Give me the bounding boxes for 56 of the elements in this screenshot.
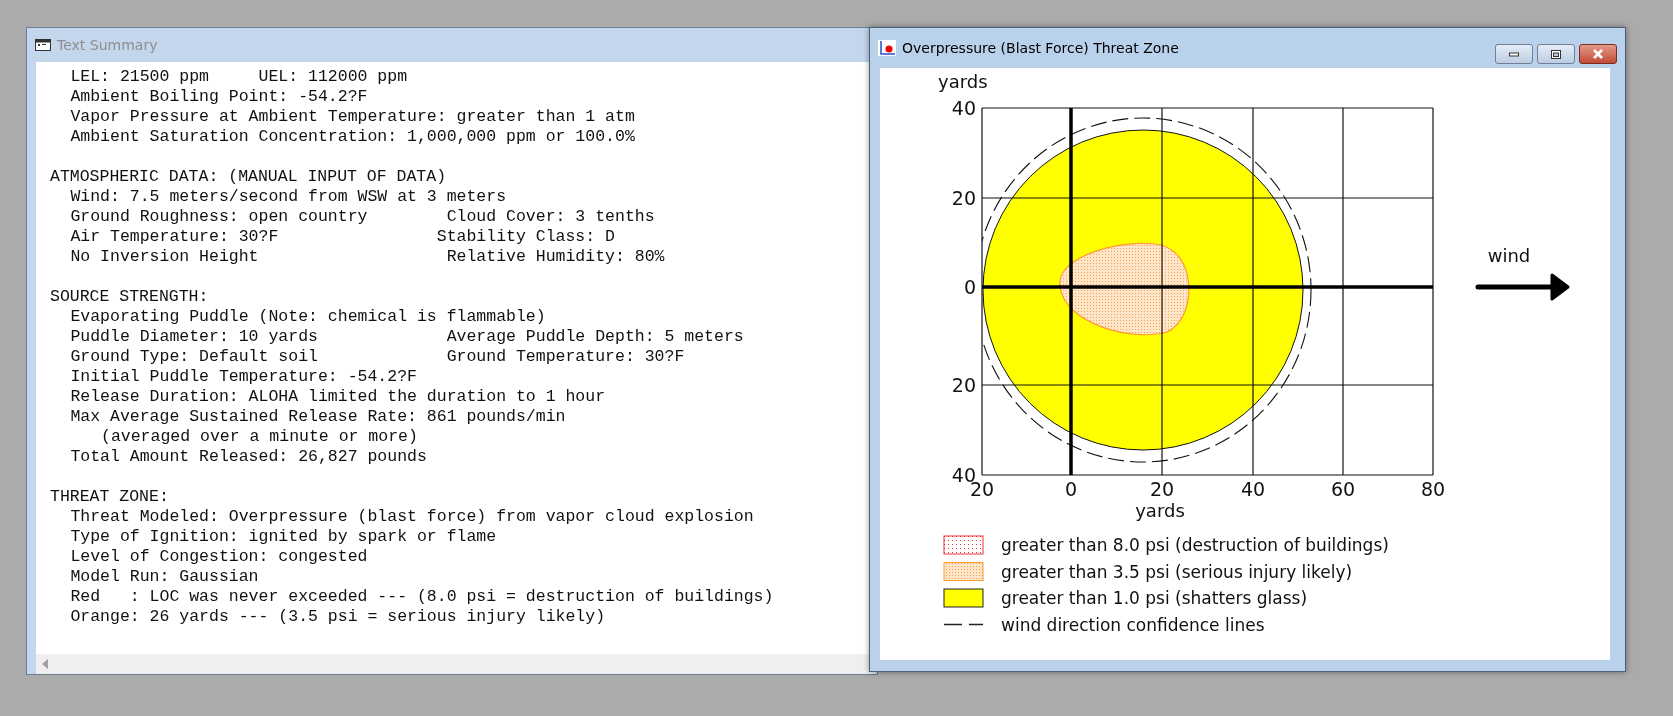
summary-line: LEL: 21500 ppm UEL: 112000 ppm xyxy=(69,67,408,87)
legend-dash xyxy=(943,623,984,626)
legend-label: greater than 3.5 psi (serious injury likely) xyxy=(1001,561,1353,582)
tick-label: 0 xyxy=(1064,478,1078,500)
summary-line: Ambient Boiling Point: -54.2?F xyxy=(69,87,368,107)
close-button[interactable] xyxy=(1579,44,1617,64)
window-icon xyxy=(35,39,51,51)
summary-line: Vapor Pressure at Ambient Temperature: greater than 1 atm xyxy=(69,107,635,127)
summary-line: No Inversion Height Relative Humidity: 80% xyxy=(69,247,665,267)
tick-label: 80 xyxy=(1420,478,1446,500)
summary-line: Orange: 26 yards --- (3.5 psi = serious injury likely) xyxy=(69,607,606,627)
summary-line: Puddle Diameter: 10 yards Average Puddle Depth: 5 meters xyxy=(69,327,744,347)
maximize-button[interactable] xyxy=(1537,44,1575,64)
window-title: Overpressure (Blast Force) Threat Zone xyxy=(902,40,1179,56)
summary-line: Ambient Saturation Concentration: 1,000,000 ppm or 100.0% xyxy=(69,127,635,147)
section-heading: ATMOSPHERIC DATA: (MANUAL INPUT OF DATA) xyxy=(50,167,447,187)
summary-line: Red : LOC was never exceeded --- (8.0 psi = destruction of buildings) xyxy=(69,587,774,607)
summary-line: Max Average Sustained Release Rate: 861 pounds/min xyxy=(69,407,566,427)
summary-line: Ground Roughness: open country Cloud Cover: 3 tenths xyxy=(69,207,655,227)
legend-label: greater than 1.0 psi (shatters glass) xyxy=(1001,588,1308,608)
summary-line: (averaged over a minute or more) xyxy=(100,427,418,447)
tick-label: 20 xyxy=(951,374,976,396)
legend-label: greater than 8.0 psi (destruction of buildings) xyxy=(1001,535,1389,555)
summary-line: Model Run: Gaussian xyxy=(69,567,259,587)
tick-label: 0 xyxy=(963,276,976,298)
tick-label: 20 xyxy=(951,187,976,209)
wind-label: wind xyxy=(1487,245,1531,266)
close-icon xyxy=(1592,49,1604,59)
axis-label: yards xyxy=(938,71,988,92)
tick-label: 60 xyxy=(1330,478,1356,500)
maximize-icon xyxy=(1551,49,1561,59)
legend-swatch xyxy=(943,562,984,581)
tick-label: 40 xyxy=(1240,478,1266,500)
summary-line: Level of Congestion: congested xyxy=(69,547,368,567)
minimize-icon xyxy=(1509,51,1519,57)
legend-swatch xyxy=(943,535,984,555)
summary-line: Wind: 7.5 meters/second from WSW at 3 meters xyxy=(69,187,507,207)
summary-line: Release Duration: ALOHA limited the duration to 1 hour xyxy=(69,387,606,407)
window-title: Text Summary xyxy=(57,37,158,53)
summary-line: Ground Type: Default soil Ground Temperature: 30?F xyxy=(69,347,685,367)
horizontal-scrollbar[interactable] xyxy=(36,654,875,674)
tick-label: 40 xyxy=(951,97,976,119)
summary-line: Evaporating Puddle (Note: chemical is flammable) xyxy=(69,307,546,327)
summary-line: Initial Puddle Temperature: -54.2?F xyxy=(69,367,417,387)
chart-icon xyxy=(878,40,896,56)
tick-label: 20 xyxy=(1149,478,1175,500)
section-heading: THREAT ZONE: xyxy=(50,487,169,507)
axis-label: yards xyxy=(1135,500,1185,521)
scroll-left-icon[interactable] xyxy=(42,659,48,669)
legend-label: wind direction confidence lines xyxy=(1001,614,1265,635)
summary-line: Type of Ignition: ignited by spark or flame xyxy=(69,527,497,547)
summary-line: Threat Modeled: Overpressure (blast force) from vapor cloud explosion xyxy=(69,507,754,527)
summary-line: Air Temperature: 30?F Stability Class: D xyxy=(69,227,615,247)
section-heading: SOURCE STRENGTH: xyxy=(50,287,209,307)
legend-swatch xyxy=(943,588,984,608)
summary-line: Total Amount Released: 26,827 pounds xyxy=(69,447,427,467)
